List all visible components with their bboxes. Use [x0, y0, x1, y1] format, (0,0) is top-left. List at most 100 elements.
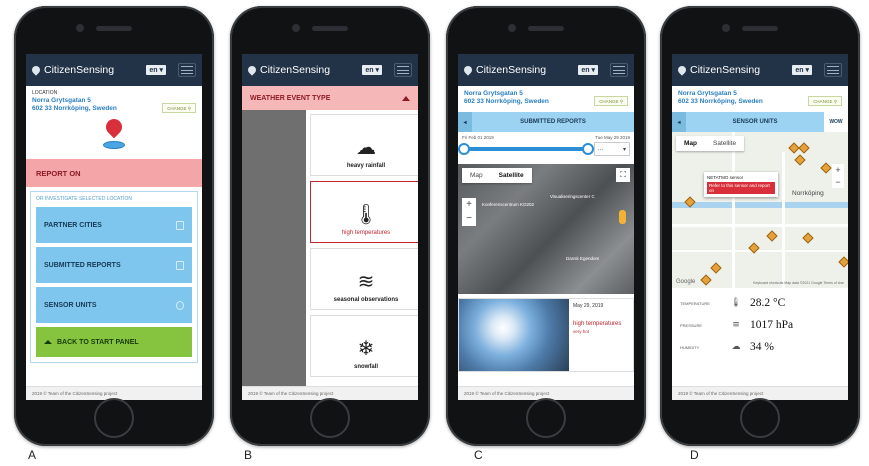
slider-start-handle[interactable]: [458, 143, 470, 155]
hamburger-menu-icon[interactable]: [394, 63, 412, 77]
popup-title: NETATMO sensor: [707, 175, 744, 180]
earpiece: [96, 26, 132, 31]
report-event: high temperatures: [573, 321, 622, 327]
figure-label-c: C: [474, 448, 483, 462]
brand[interactable]: CitizenSensing: [676, 64, 792, 76]
sensor-marker-icon[interactable]: [820, 162, 832, 174]
phone-d: CitizenSensing en ▾ Norra Grytsgatan 5 6…: [660, 6, 860, 446]
figure-label-b: B: [244, 448, 253, 462]
back-arrow-icon[interactable]: ◂: [458, 112, 472, 132]
hamburger-menu-icon[interactable]: [610, 63, 628, 77]
zoom-out-icon[interactable]: −: [832, 176, 844, 188]
event-high-temperatures[interactable]: 🌡 high temperatures: [310, 181, 418, 243]
app-bar: CitizenSensing en ▾: [26, 54, 202, 86]
tab-map[interactable]: Map: [462, 168, 491, 183]
zoom-control[interactable]: + −: [832, 164, 844, 188]
date-to: Tue May 29 2019: [595, 135, 630, 140]
back-arrow-icon[interactable]: ◂: [672, 112, 686, 132]
tab-wow[interactable]: WOW: [824, 112, 848, 132]
pressure-icon: ≡: [732, 320, 740, 330]
reading-key: PRESSURE: [680, 322, 703, 328]
home-icon: [44, 340, 52, 344]
hamburger-menu-icon[interactable]: [824, 63, 842, 77]
sensor-marker-icon[interactable]: [794, 154, 806, 166]
change-location-button[interactable]: CHANGE ⚲: [594, 96, 628, 106]
home-button[interactable]: [310, 398, 350, 438]
zoom-out-icon[interactable]: −: [462, 212, 476, 226]
zoom-in-icon[interactable]: +: [462, 198, 476, 212]
sensor-map[interactable]: Map Satellite + − NETATMO sensor Refer to …: [672, 132, 848, 288]
earpiece: [528, 26, 564, 31]
filter-dropdown[interactable]: ... ▾: [594, 142, 630, 156]
hamburger-menu-icon[interactable]: [178, 63, 196, 77]
fullscreen-icon[interactable]: ⛶: [616, 168, 630, 182]
submitted-reports-button[interactable]: SUBMITTED REPORTS: [36, 247, 192, 283]
pin-icon: [462, 64, 474, 76]
sensor-marker-icon[interactable]: [798, 142, 810, 154]
zoom-in-icon[interactable]: +: [832, 164, 844, 176]
report-severity: very hot: [573, 329, 590, 334]
screen-c: CitizenSensing en ▾ Norra Grytsgatan 5 6…: [458, 54, 634, 400]
report-date: May 29, 2019: [573, 303, 604, 309]
language-select[interactable]: en ▾: [792, 65, 812, 75]
partner-cities-button[interactable]: PARTNER CITIES: [36, 207, 192, 243]
sensor-units-button[interactable]: SENSOR UNITS: [36, 287, 192, 323]
satellite-map[interactable]: Map Satellite ⛶ + − Konferenscentrum KO202…: [458, 164, 634, 294]
thermometer-icon: 🌡: [730, 298, 742, 308]
thermometer-sun-icon: 🌡: [353, 202, 379, 226]
report-card[interactable]: May 29, 2019 high temperatures very hot: [458, 298, 634, 372]
slider-end-handle[interactable]: [582, 143, 594, 155]
earpiece: [312, 26, 348, 31]
tab-satellite[interactable]: Satellite: [491, 168, 532, 183]
language-select[interactable]: en ▾: [362, 65, 382, 75]
refer-sensor-link[interactable]: Refer to this sensor and report on: [707, 182, 775, 194]
sensor-marker-icon[interactable]: [710, 262, 722, 274]
language-select[interactable]: en ▾: [146, 65, 166, 75]
home-button[interactable]: [740, 398, 780, 438]
sensor-marker-icon[interactable]: [766, 230, 778, 242]
submitted-reports-title: SUBMITTED REPORTS: [520, 119, 586, 125]
back-to-start-button[interactable]: BACK TO START PANEL: [36, 327, 192, 357]
sensor-popup: NETATMO sensor Refer to this sensor and …: [704, 172, 778, 197]
address-line2: 602 33 Norrköping, Sweden: [678, 98, 763, 105]
date-range-slider[interactable]: [458, 143, 594, 155]
sensor-marker-icon[interactable]: [838, 256, 848, 268]
report-on-button[interactable]: REPORT ON: [26, 159, 202, 187]
collapse-icon: [402, 95, 410, 101]
map-attribution[interactable]: Keyboard shortcuts Map data ©2021 Google…: [753, 281, 844, 285]
sensor-marker-icon[interactable]: [802, 232, 814, 244]
reading-value: 34 %: [750, 341, 774, 353]
change-location-button[interactable]: CHANGE ⚲: [162, 103, 196, 113]
brand[interactable]: CitizenSensing: [30, 64, 146, 76]
brand[interactable]: CitizenSensing: [462, 64, 578, 76]
language-select[interactable]: en ▾: [578, 65, 598, 75]
google-logo: Google: [676, 279, 696, 285]
weather-header-label: WEATHER EVENT TYPE: [250, 94, 331, 102]
chevron-down-icon: ▾: [622, 146, 626, 153]
address-line1: Norra Grytsgatan 5: [464, 90, 523, 97]
map-label: Dansk Egendom: [566, 256, 600, 261]
change-location-button[interactable]: CHANGE ⚲: [808, 96, 842, 106]
event-seasonal-observations[interactable]: ≋ seasonal observations: [310, 248, 418, 310]
app-name: CitizenSensing: [44, 64, 115, 76]
reading-temperature: TEMPERATURE 🌡 28.2 °C: [680, 292, 840, 314]
event-heavy-rainfall[interactable]: ☁ heavy rainfall: [310, 114, 418, 176]
tab-map[interactable]: Map: [676, 136, 705, 151]
home-button[interactable]: [526, 398, 566, 438]
brand[interactable]: CitizenSensing: [246, 64, 362, 76]
tab-satellite[interactable]: Satellite: [705, 136, 744, 151]
zoom-control[interactable]: + −: [462, 198, 476, 226]
event-snowfall[interactable]: ❄ snowfall: [310, 315, 418, 377]
street-view-icon[interactable]: [619, 210, 626, 224]
back-label: BACK TO START PANEL: [57, 338, 139, 346]
sensor-marker-icon[interactable]: [700, 274, 712, 286]
sensor-units-header: ◂ SENSOR UNITS WOW: [672, 112, 848, 132]
submitted-reports-header: ◂ SUBMITTED REPORTS: [458, 112, 634, 132]
home-button[interactable]: [94, 398, 134, 438]
phone-b: CitizenSensing en ▾ WEATHER EVENT TYPE ☁…: [230, 6, 430, 446]
event-type-list: ☁ heavy rainfall 🌡 high temperatures ≋ seas…: [306, 110, 418, 386]
weather-event-type-header[interactable]: WEATHER EVENT TYPE: [242, 86, 418, 110]
map-label: Konferenscentrum KO202: [482, 202, 535, 207]
event-label: high temperatures: [341, 230, 391, 236]
figure-label-d: D: [690, 448, 699, 462]
